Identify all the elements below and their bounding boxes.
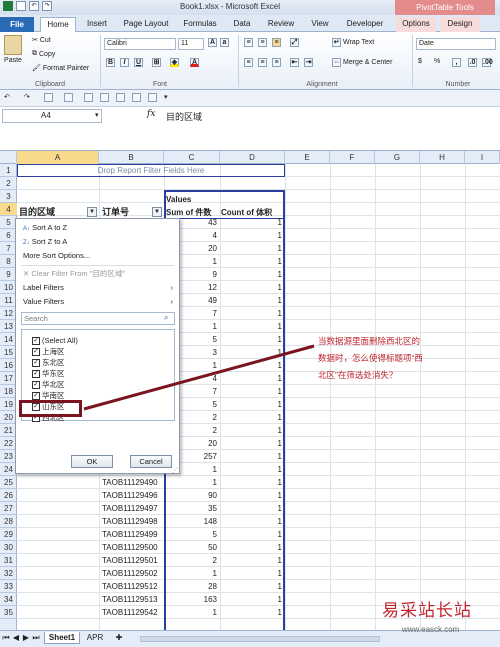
watermark-url: www.easck.com	[402, 625, 460, 634]
new-sheet-icon[interactable]: ✚	[112, 632, 126, 644]
arrow-line	[83, 344, 315, 411]
sheet-tab-sheet1[interactable]: Sheet1	[44, 632, 80, 644]
first-sheet-icon[interactable]: ⏮	[2, 632, 10, 644]
watermark-logo: 易采站长站	[382, 601, 472, 621]
prev-sheet-icon[interactable]: ◀	[12, 632, 20, 644]
annotation-arrow	[83, 344, 315, 411]
sheet-tab-apr[interactable]: APR	[82, 632, 108, 644]
next-sheet-icon[interactable]: ▶	[22, 632, 30, 644]
annotation-text: 当数据源里面删除西北区的数据时，怎么使得标题项“西北区”在筛选处消失？	[318, 336, 423, 380]
horizontal-scrollbar[interactable]	[140, 636, 380, 642]
last-sheet-icon[interactable]: ⏭	[32, 632, 40, 644]
